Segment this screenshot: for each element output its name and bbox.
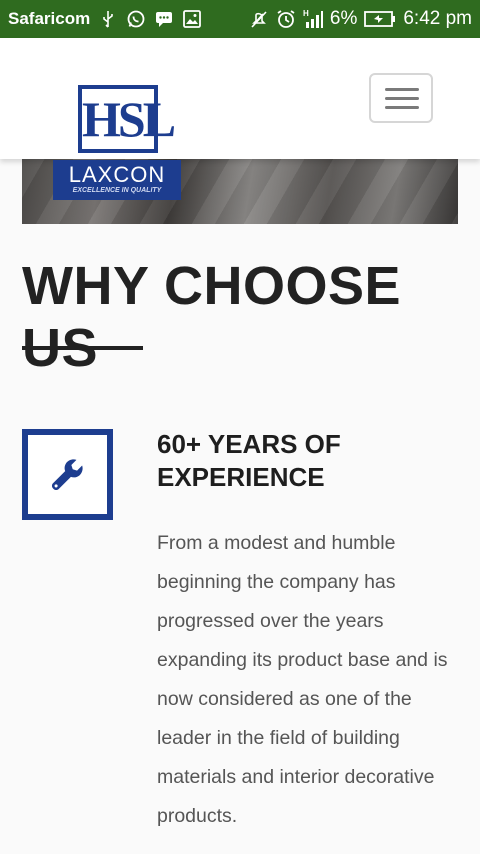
battery-icon — [364, 9, 396, 29]
wrench-icon — [51, 459, 83, 491]
gallery-icon — [182, 9, 202, 29]
whatsapp-icon — [126, 9, 146, 29]
title-underline — [22, 346, 143, 350]
hamburger-icon-line — [385, 88, 419, 91]
svg-text:H: H — [303, 9, 309, 18]
status-bar: Safaricom H 6% 6:42 pm — [0, 0, 480, 38]
menu-toggle-button[interactable] — [369, 73, 433, 123]
feature-description: From a modest and humble beginning the c… — [157, 532, 448, 827]
feature-icon-box — [22, 429, 113, 520]
status-right: H 6% 6:42 pm — [249, 0, 472, 38]
battery-percent: 6% — [329, 8, 358, 29]
clock: 6:42 pm — [403, 8, 472, 29]
feature-title: 60+ YEARS OF EXPERIENCE — [157, 429, 341, 492]
brand-name: LAXCON — [68, 162, 166, 187]
brand-tagline: EXCELLENCE IN QUALITY — [72, 187, 162, 194]
hamburger-icon-line — [385, 106, 419, 109]
status-left: Safaricom — [8, 0, 202, 38]
laxcon-logo[interactable]: LAXCON EXCELLENCE IN QUALITY — [53, 160, 181, 200]
carrier-name: Safaricom — [8, 9, 91, 28]
hamburger-icon-line — [385, 97, 419, 100]
usb-icon — [98, 9, 118, 29]
signal-icon: H — [303, 9, 323, 29]
site-header: HSL — [0, 38, 480, 159]
mute-icon — [249, 9, 269, 29]
section-title: WHY CHOOSE US — [22, 256, 402, 378]
messaging-icon — [154, 9, 174, 29]
alarm-icon — [276, 9, 296, 29]
hsl-logo[interactable]: HSL — [78, 85, 176, 153]
